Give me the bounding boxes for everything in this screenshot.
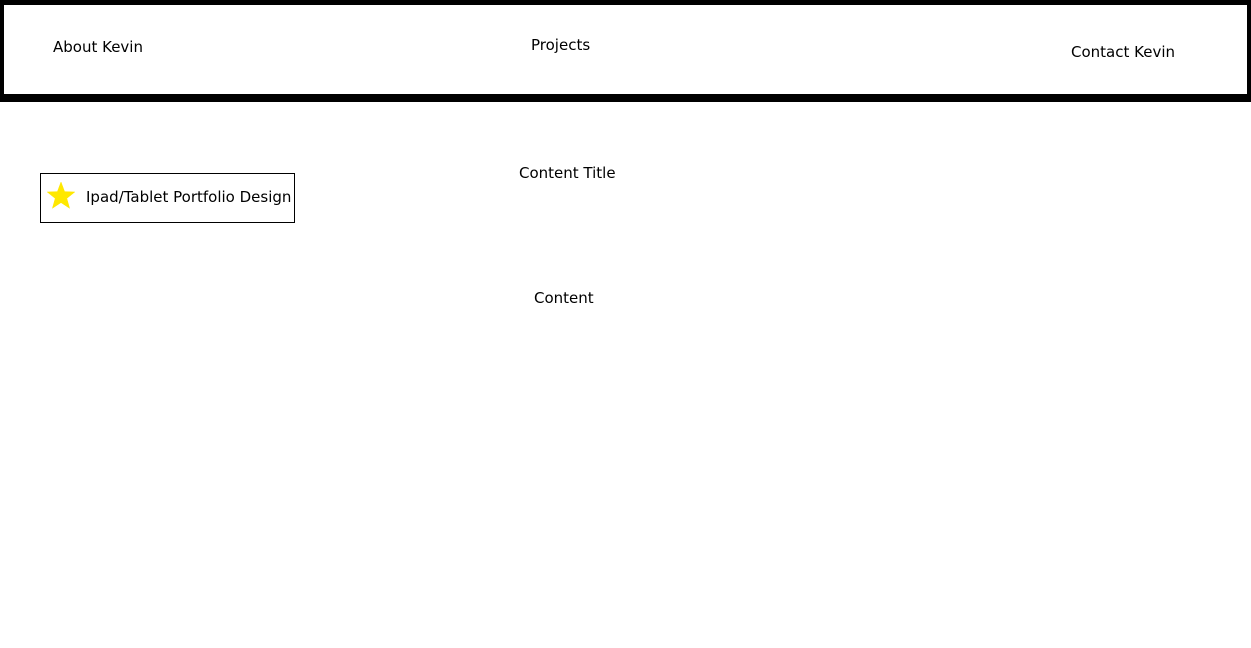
project-card-ipad-tablet-portfolio[interactable]: Ipad/Tablet Portfolio Design [40,173,295,223]
star-icon [46,181,76,209]
project-card-label: Ipad/Tablet Portfolio Design [86,188,292,206]
page: About Kevin Projects Contact Kevin Ipad/… [0,0,1251,648]
top-navigation-bar: About Kevin Projects Contact Kevin [0,0,1251,102]
nav-link-about-kevin[interactable]: About Kevin [53,38,143,56]
content-body: Content [534,289,594,307]
nav-link-contact-kevin[interactable]: Contact Kevin [1071,43,1175,61]
nav-link-projects[interactable]: Projects [531,36,590,54]
content-title: Content Title [519,164,616,182]
